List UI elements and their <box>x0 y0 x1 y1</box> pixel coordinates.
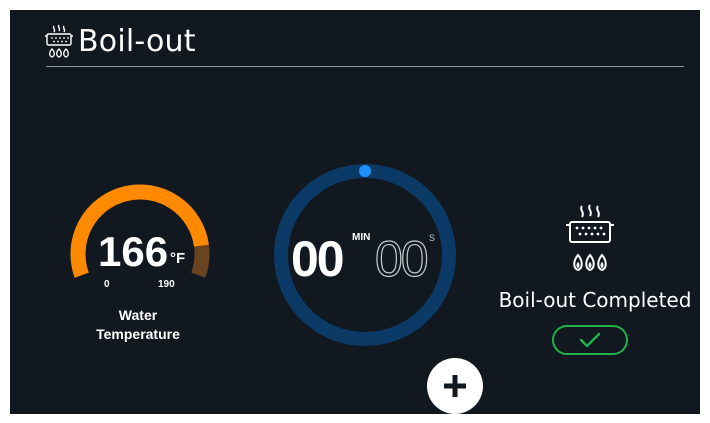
gauge-caption-line2: Temperature <box>96 326 180 342</box>
header-divider <box>46 66 684 67</box>
gauge-caption: Water Temperature <box>62 306 214 344</box>
timer-seconds-label: S <box>429 233 436 243</box>
timer[interactable]: 00 MIN 00 S <box>272 162 458 348</box>
page-title: Boil-out <box>78 23 196 59</box>
boil-icon <box>566 204 614 272</box>
status-label: Boil-out Completed <box>498 288 692 312</box>
add-time-button[interactable] <box>427 358 483 414</box>
completed-check-badge <box>552 325 628 355</box>
gauge-caption-line1: Water <box>118 307 158 323</box>
gauge-unit: °F <box>170 250 186 267</box>
plus-icon <box>444 375 466 397</box>
timer-indicator-dot <box>359 165 371 177</box>
timer-minutes-label: MIN <box>352 232 371 243</box>
gauge-value: 166 <box>98 228 169 275</box>
timer-minutes: 00 <box>291 231 345 287</box>
boil-out-screen: Boil-out 166 °F 0 190 Water Temperature … <box>10 10 700 414</box>
timer-seconds: 00 <box>374 230 429 287</box>
gauge-min-label: 0 <box>104 279 110 290</box>
water-temperature-gauge: 166 °F 0 190 <box>62 176 218 306</box>
header: Boil-out <box>44 18 196 64</box>
gauge-max-label: 190 <box>158 279 175 290</box>
check-icon <box>579 332 601 348</box>
boil-icon <box>45 24 73 58</box>
